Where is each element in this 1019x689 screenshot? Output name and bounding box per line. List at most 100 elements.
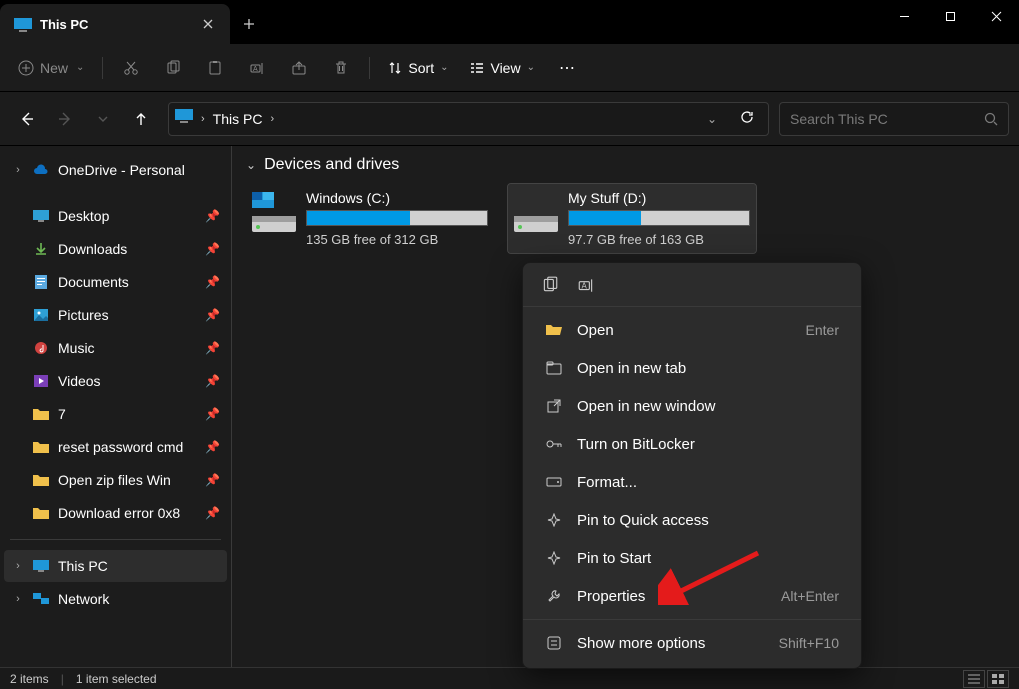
history-dropdown[interactable]: ⌄ [700, 112, 724, 126]
menu-label: Format... [577, 474, 839, 491]
minimize-button[interactable] [881, 0, 927, 32]
chevron-right-icon[interactable]: › [12, 560, 24, 572]
search-input[interactable] [790, 111, 984, 127]
rename-icon[interactable]: A [237, 50, 277, 86]
delete-icon[interactable] [321, 50, 361, 86]
context-menu-pin-quick-access[interactable]: Pin to Quick access [527, 501, 857, 539]
picture-icon [32, 309, 50, 321]
share-icon[interactable] [279, 50, 319, 86]
divider [102, 57, 103, 79]
context-menu-format[interactable]: Format... [527, 463, 857, 501]
pin-icon: 📌 [205, 407, 219, 421]
refresh-button[interactable] [732, 110, 762, 127]
copy-icon[interactable] [541, 276, 559, 299]
sort-button[interactable]: Sort ⌄ [378, 54, 458, 82]
section-header[interactable]: ⌄ Devices and drives [246, 156, 1005, 174]
drive-item-d[interactable]: My Stuff (D:) 97.7 GB free of 163 GB [508, 184, 756, 253]
cut-icon[interactable] [111, 50, 151, 86]
up-button[interactable] [124, 102, 158, 136]
forward-button[interactable] [48, 102, 82, 136]
chevron-right-icon[interactable]: › [12, 593, 24, 605]
sidebar-item-label: Download error 0x8 [58, 505, 197, 521]
search-box[interactable] [779, 102, 1009, 136]
sidebar-item-documents[interactable]: Documents📌 [4, 266, 227, 298]
sidebar-item-onedrive[interactable]: › OneDrive - Personal [4, 154, 227, 186]
more-icon[interactable]: ⋯ [547, 50, 587, 86]
maximize-button[interactable] [927, 0, 973, 32]
menu-label: Open in new tab [577, 360, 839, 377]
menu-label: Pin to Quick access [577, 512, 839, 529]
sidebar-item-videos[interactable]: Videos 📌 [4, 365, 227, 397]
chevron-right-icon[interactable]: › [201, 113, 205, 125]
close-button[interactable] [973, 0, 1019, 32]
paste-icon[interactable] [195, 50, 235, 86]
sidebar-item-open-zip[interactable]: Open zip files Win📌 [4, 464, 227, 496]
context-menu-show-more[interactable]: Show more options Shift+F10 [527, 624, 857, 662]
sidebar: › OneDrive - Personal Desktop📌 Downloads… [0, 146, 232, 667]
sidebar-item-label: Videos [58, 373, 197, 389]
drive-free-text: 97.7 GB free of 163 GB [568, 232, 750, 247]
context-menu-open-new-tab[interactable]: Open in new tab [527, 349, 857, 387]
sidebar-item-desktop[interactable]: Desktop📌 [4, 200, 227, 232]
monitor-icon [32, 560, 50, 572]
drive-name: My Stuff (D:) [568, 190, 750, 206]
sidebar-item-network[interactable]: › Network [4, 583, 227, 615]
menu-label: Open in new window [577, 398, 839, 415]
menu-label: Pin to Start [577, 550, 839, 567]
sidebar-item-folder-7[interactable]: 7📌 [4, 398, 227, 430]
drive-icon [545, 477, 563, 487]
sidebar-item-download-error[interactable]: Download error 0x8📌 [4, 497, 227, 529]
menu-shortcut: Shift+F10 [779, 635, 839, 651]
context-menu-properties[interactable]: PropertiesAlt+Enter [527, 577, 857, 615]
download-icon [32, 242, 50, 256]
breadcrumb[interactable]: › This PC › ⌄ [168, 102, 769, 136]
sidebar-item-reset-password[interactable]: reset password cmd📌 [4, 431, 227, 463]
drive-item-c[interactable]: Windows (C:) 135 GB free of 312 GB [246, 184, 494, 253]
pin-icon: 📌 [205, 374, 219, 388]
context-menu-pin-start[interactable]: Pin to Start [527, 539, 857, 577]
pin-icon [545, 513, 563, 527]
new-tab-button[interactable] [230, 4, 268, 44]
sidebar-item-label: 7 [58, 406, 197, 422]
sidebar-item-pictures[interactable]: Pictures 📌 [4, 299, 227, 331]
context-menu-bitlocker[interactable]: Turn on BitLocker [527, 425, 857, 463]
statusbar: 2 items | 1 item selected [0, 667, 1019, 689]
context-menu-open-new-window[interactable]: Open in new window [527, 387, 857, 425]
pin-icon: 📌 [205, 308, 219, 322]
context-menu-open[interactable]: OpenEnter [527, 311, 857, 349]
desktop-icon [32, 210, 50, 222]
chevron-down-icon[interactable]: ⌄ [246, 158, 256, 172]
selected-count: 1 item selected [76, 672, 157, 686]
cloud-icon [32, 164, 50, 176]
sidebar-item-downloads[interactable]: Downloads📌 [4, 233, 227, 265]
titlebar: This PC [0, 0, 1019, 44]
large-icons-view-button[interactable] [987, 670, 1009, 688]
pin-icon: 📌 [205, 473, 219, 487]
view-mode-toggle [963, 670, 1009, 688]
window-controls [881, 0, 1019, 32]
close-tab-icon[interactable] [200, 16, 216, 32]
rename-icon[interactable]: A [577, 276, 595, 299]
context-menu: A OpenEnter Open in new tab Open in new … [522, 262, 862, 669]
breadcrumb-this-pc[interactable]: This PC [213, 111, 263, 127]
details-view-button[interactable] [963, 670, 985, 688]
back-button[interactable] [10, 102, 44, 136]
monitor-icon [175, 109, 193, 128]
copy-icon[interactable] [153, 50, 193, 86]
chevron-right-icon[interactable]: › [12, 164, 24, 176]
monitor-icon [14, 18, 30, 30]
new-button[interactable]: New ⌄ [8, 54, 94, 82]
drive-icon [514, 190, 558, 234]
divider: | [61, 672, 64, 686]
sidebar-item-this-pc[interactable]: › This PC [4, 550, 227, 582]
recent-locations-button[interactable] [86, 102, 120, 136]
chevron-right-icon[interactable]: › [270, 113, 274, 125]
menu-label: Show more options [577, 635, 765, 652]
active-tab[interactable]: This PC [0, 4, 230, 44]
view-button[interactable]: View ⌄ [460, 54, 544, 82]
new-label: New [40, 60, 68, 76]
context-menu-quick-actions: A [523, 269, 861, 307]
drive-name: Windows (C:) [306, 190, 488, 206]
sidebar-item-music[interactable]: Music📌 [4, 332, 227, 364]
sidebar-item-label: Pictures [58, 307, 197, 323]
